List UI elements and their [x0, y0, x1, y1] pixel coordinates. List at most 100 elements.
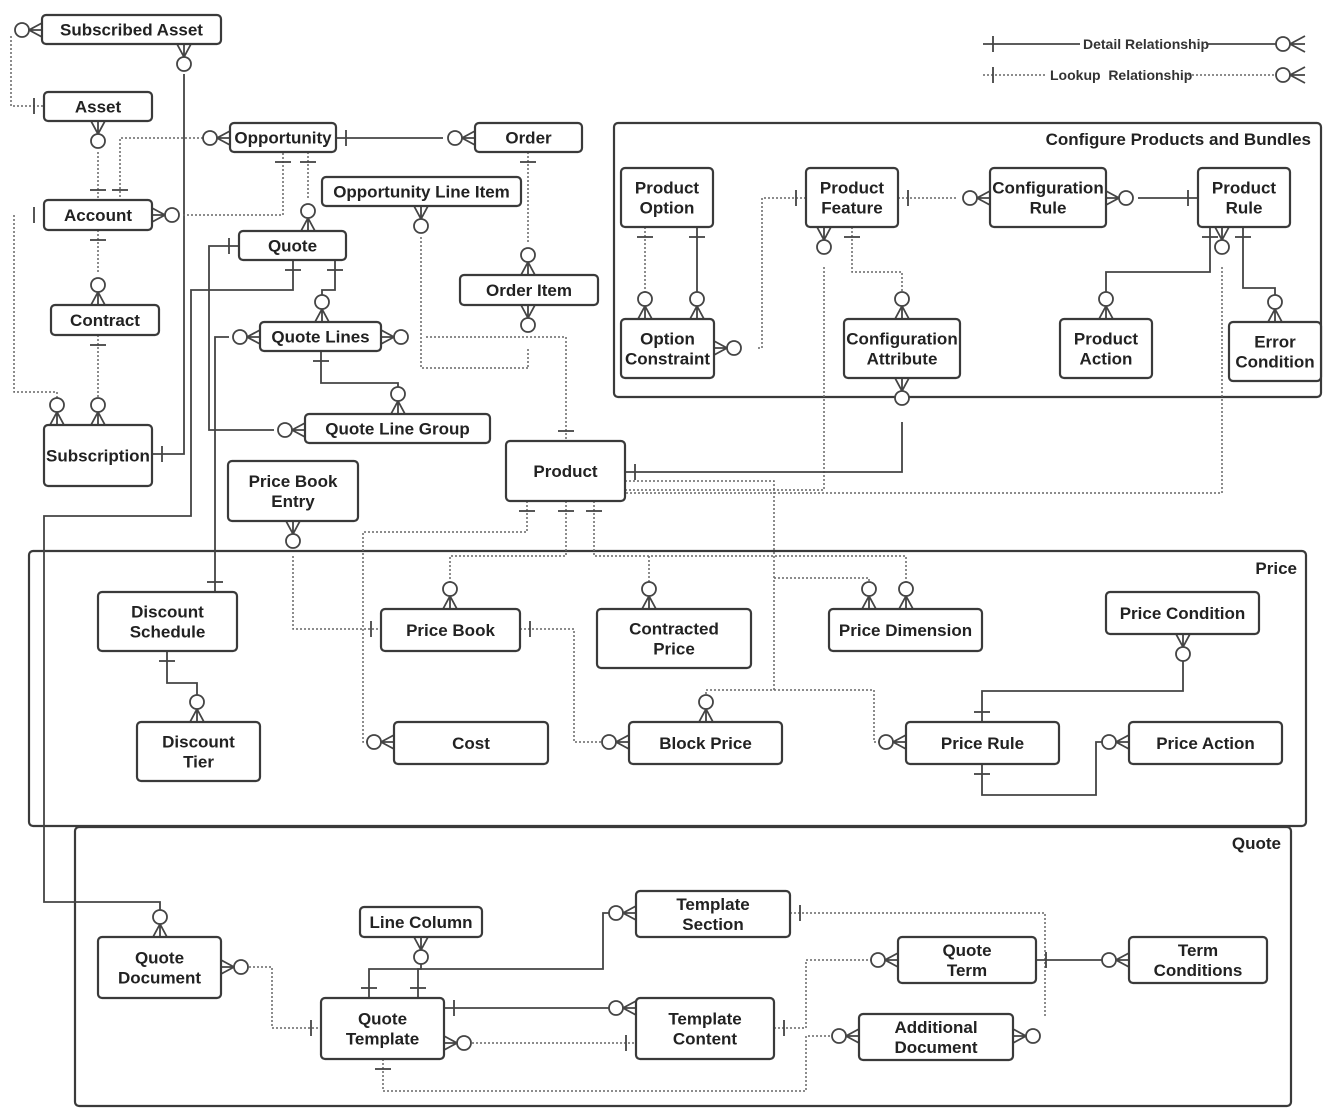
entity-quote-lines[interactable]: Quote Lines — [258, 320, 383, 353]
many-marker — [898, 581, 914, 610]
entity-line-column[interactable]: Line Column — [358, 905, 484, 939]
entity-account[interactable]: Account — [42, 198, 154, 232]
entity-label: Section — [682, 915, 743, 934]
entity-contracted-price[interactable]: ContractedPrice — [595, 607, 753, 670]
entity-price-book[interactable]: Price Book — [379, 607, 522, 653]
legend-lookup-label: Lookup Relationship — [1050, 67, 1192, 83]
entity-price-dimension[interactable]: Price Dimension — [827, 607, 984, 653]
entity-quote-line-group[interactable]: Quote Line Group — [303, 412, 492, 445]
entity-label: Quote Line Group — [325, 420, 470, 439]
entity-template-section[interactable]: TemplateSection — [634, 889, 792, 939]
entity-block-price[interactable]: Block Price — [627, 720, 784, 766]
entity-label: Product — [635, 179, 700, 198]
entity-additional-document[interactable]: AdditionalDocument — [857, 1012, 1015, 1062]
many-marker — [366, 734, 395, 750]
entity-product-action[interactable]: ProductAction — [1058, 317, 1154, 380]
entity-product-option[interactable]: ProductOption — [619, 166, 715, 229]
entity-label: Price Dimension — [839, 621, 972, 640]
relationship-line — [183, 152, 284, 216]
entity-asset[interactable]: Asset — [42, 90, 154, 123]
entity-product-rule[interactable]: ProductRule — [1196, 166, 1292, 229]
entity-subscribed-asset[interactable]: Subscribed Asset — [40, 13, 223, 46]
entity-product-feature[interactable]: ProductFeature — [804, 166, 900, 229]
entity-box — [319, 996, 446, 1061]
many-marker — [601, 734, 630, 750]
many-marker — [277, 422, 306, 438]
entity-discount-schedule[interactable]: DiscountSchedule — [96, 590, 239, 653]
entities: Subscribed Asset Asset Opportunity Order Acc… — [40, 13, 1323, 1062]
many-marker — [870, 952, 899, 968]
entity-price-rule[interactable]: Price Rule — [904, 720, 1061, 766]
many-marker — [90, 120, 106, 149]
entity-configuration-attribute[interactable]: ConfigurationAttribute — [842, 317, 962, 380]
entity-label: Quote — [358, 1010, 407, 1029]
many-marker — [380, 329, 409, 345]
entity-label: Quote — [942, 941, 991, 960]
entity-error-condition[interactable]: ErrorCondition — [1227, 320, 1323, 383]
many-marker — [49, 397, 65, 426]
entity-price-action[interactable]: Price Action — [1127, 720, 1284, 766]
entity-box — [634, 996, 776, 1061]
entity-label: Discount — [162, 733, 235, 752]
group-configure-title: Configure Products and Bundles — [1046, 130, 1311, 149]
entity-label: Price Condition — [1120, 604, 1246, 623]
entity-price-book-entry[interactable]: Price BookEntry — [226, 459, 360, 523]
relationship-line — [214, 336, 229, 592]
entity-option-constraint[interactable]: OptionConstraint — [619, 317, 716, 380]
entity-quote[interactable]: Quote — [237, 229, 348, 262]
entity-label: Configuration — [846, 330, 957, 349]
entity-term-conditions[interactable]: TermConditions — [1127, 935, 1269, 985]
entity-quote-document[interactable]: QuoteDocument — [96, 935, 223, 1000]
entity-configuration-rule[interactable]: ConfigurationRule — [988, 166, 1108, 229]
entity-label: Opportunity Line Item — [333, 183, 510, 202]
entity-template-content[interactable]: TemplateContent — [634, 996, 776, 1061]
entity-label: Opportunity — [234, 129, 332, 148]
entity-label: Contracted — [629, 620, 719, 639]
many-marker — [1012, 1028, 1041, 1044]
erd-diagram: Detail Relationship Lookup Relationship … — [10, 13, 1323, 1108]
entity-label: Error — [1254, 333, 1296, 352]
entity-contract[interactable]: Contract — [49, 303, 161, 337]
many-marker — [390, 386, 406, 415]
entity-label: Rule — [1226, 199, 1263, 218]
entity-box — [619, 317, 716, 380]
entity-label: Subscribed Asset — [60, 21, 203, 40]
entity-box — [1227, 320, 1323, 383]
many-marker — [689, 291, 705, 320]
relationship-line — [758, 197, 806, 349]
many-marker — [413, 205, 429, 234]
many-marker — [300, 203, 316, 232]
entity-quote-term[interactable]: QuoteTerm — [896, 935, 1038, 985]
entity-quote-template[interactable]: QuoteTemplate — [319, 996, 446, 1061]
many-marker — [1267, 294, 1283, 323]
relationship-line — [449, 501, 567, 589]
entity-label: Feature — [821, 199, 882, 218]
entity-label: Option — [640, 330, 695, 349]
relationship-line — [320, 351, 399, 394]
entity-label: Asset — [75, 98, 122, 117]
entity-label: Account — [64, 206, 132, 225]
entity-label: Price — [653, 640, 695, 659]
entity-label: Quote — [135, 949, 184, 968]
entity-opportunity-line-item[interactable]: Opportunity Line Item — [320, 175, 523, 208]
many-marker — [831, 1028, 860, 1044]
entity-discount-tier[interactable]: DiscountTier — [135, 720, 262, 783]
entity-product[interactable]: Product — [504, 439, 627, 503]
legend-detail-label: Detail Relationship — [1083, 36, 1209, 52]
entity-order[interactable]: Order — [473, 121, 584, 154]
many-marker — [442, 581, 458, 610]
entity-label: Product — [1212, 179, 1277, 198]
entity-opportunity[interactable]: Opportunity — [228, 121, 338, 154]
entity-subscription[interactable]: Subscription — [42, 423, 154, 488]
many-marker — [447, 130, 476, 146]
many-marker — [413, 936, 429, 965]
entity-cost[interactable]: Cost — [392, 720, 550, 766]
many-marker — [698, 694, 714, 723]
entity-label: Line Column — [370, 913, 473, 932]
entity-label: Action — [1080, 350, 1133, 369]
entity-price-condition[interactable]: Price Condition — [1104, 590, 1261, 636]
many-marker — [14, 22, 43, 38]
entity-order-item[interactable]: Order Item — [458, 273, 600, 307]
many-marker — [713, 340, 742, 356]
entity-label: Configuration — [992, 179, 1103, 198]
